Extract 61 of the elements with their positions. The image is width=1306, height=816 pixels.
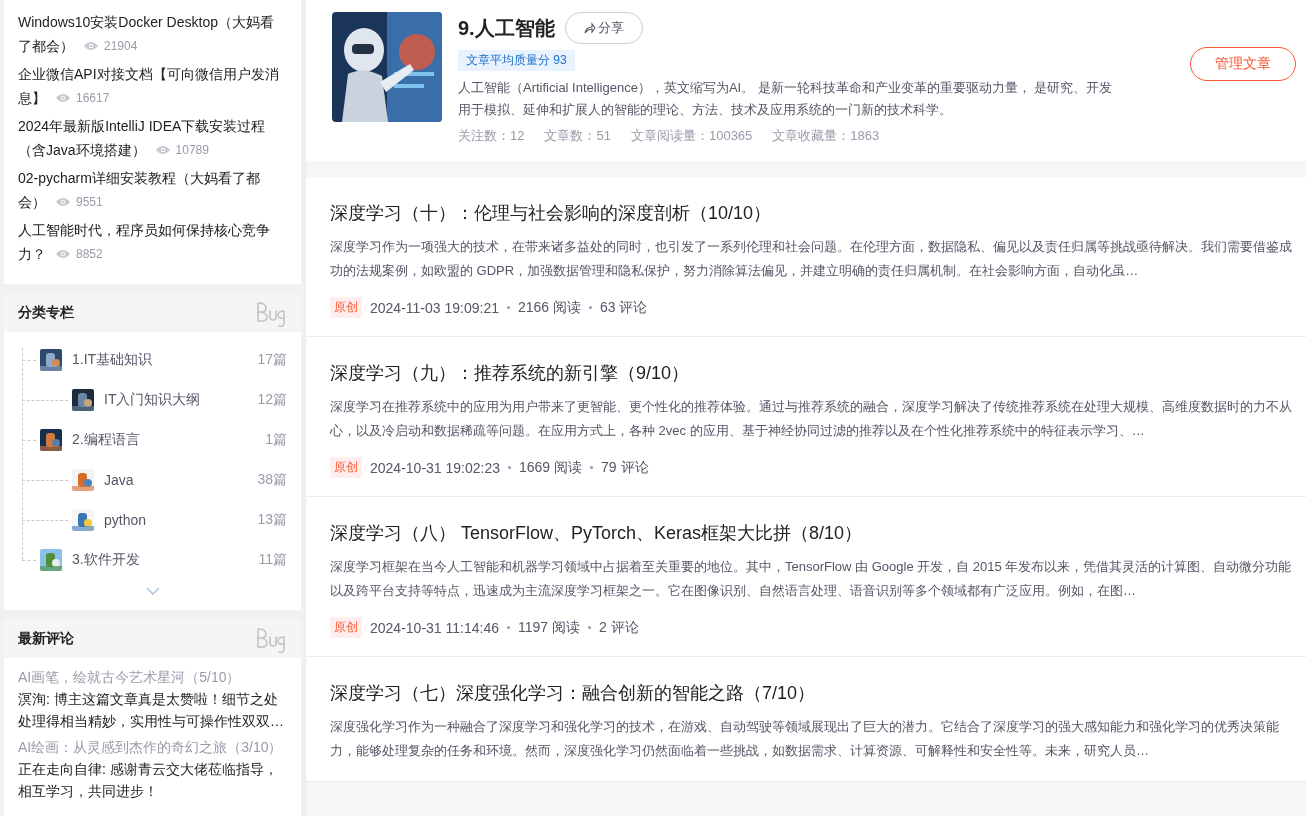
eye-icon — [56, 93, 70, 103]
eye-icon — [155, 145, 170, 155]
article-summary: 深度学习框架在当今人工智能和机器学习领域中占据着至关重要的地位。其中，TensorFlow 由 Google 开发，自 2015 年发布以来，凭借其灵活的计算图、自动微分功能以及跨平台支持等特点，迅速成为主流深度学习框架之一。它在图像识别、自然语言处理、语音识别等多个领域都有广泛应用。例如，在图… — [330, 558, 1293, 600]
view-count: 21904 — [104, 38, 138, 55]
share-button[interactable]: 分享 — [564, 12, 643, 44]
hot-article-link[interactable]: 02-pycharm详细安装教程（大妈看了都会） 9551 — [18, 166, 287, 214]
eye-icon — [56, 197, 70, 207]
section-title: 分类专栏 — [18, 304, 74, 322]
publish-date: 2024-11-03 19:09:21 — [370, 299, 499, 316]
original-tag: 原创 — [330, 617, 362, 638]
category-name[interactable]: IT入门知识大纲 — [104, 391, 258, 409]
view-count: 8852 — [76, 246, 103, 263]
share-icon — [583, 22, 596, 34]
article-summary: 深度学习在推荐系统中的应用为用户带来了更智能、更个性化的推荐体验。通过与推荐系统的融合，深度学习解决了传统推荐系统在处理大规模、高维度数据时的力不从心，以及冷启动和数据稀疏等问题。在应用方式上，各种 2vec 的应用、基于神经协同过滤的推荐以及在个性化推荐系统中的特征表示学习、… — [330, 398, 1293, 440]
read-count: 1197 阅读 — [517, 618, 580, 637]
article-count: 38篇 — [257, 471, 287, 489]
column-description: 人工智能（Artificial Intelligence），英文缩写为AI。 是新一轮科技革命和产业变革的重要驱动力量， 是研究、开发用于模拟、延伸和扩展人的智能的理论、方法、技术及应用系统的一门新的技术科学。 — [458, 79, 1114, 119]
article-count: 13篇 — [257, 511, 287, 529]
article-summary: 深度强化学习作为一种融合了深度学习和强化学习的技术，在游戏、自动驾驶等领域展现出了巨大的潜力。它结合了深度学习的强大感知能力和强化学习的优秀决策能力，能够处理复杂的任务和环境。然而，深度强化学习仍然面临着一些挑战，如数据需求、计算资源、可解释性和安全性等。未来，研究人员… — [330, 718, 1280, 760]
article-title[interactable]: 深度学习（十）：伦理与社会影响的深度剖析（10/10） — [330, 201, 1294, 225]
eye-icon — [84, 41, 98, 51]
publish-date: 2024-10-31 11:14:46 — [370, 619, 499, 636]
publish-date: 2024-10-31 19:02:23 — [370, 459, 500, 476]
comment-text: 正在走向自律: 感谢青云交大佬莅临指导，相互学习，共同进步！ — [18, 760, 279, 801]
column-title: 9.人工智能 — [458, 15, 555, 41]
read-count: 1669 阅读 — [519, 458, 583, 477]
chevron-down-icon[interactable] — [145, 586, 160, 596]
hot-article-link[interactable]: 人工智能时代，程序员如何保持核心竞争力？ 8852 — [18, 218, 287, 266]
section-title: 最新评论 — [18, 630, 74, 648]
category-name[interactable]: python — [104, 512, 258, 528]
article-count: 17篇 — [257, 351, 287, 369]
read-count: 2166 阅读 — [517, 298, 581, 317]
article-title[interactable]: 深度学习（九）：推荐系统的新引擎（9/10） — [330, 361, 1294, 385]
column-stat: 文章阅读量：100365 — [630, 127, 753, 145]
eye-icon — [56, 249, 70, 259]
comment-text: 溟洵: 博主这篇文章真是太赞啦！细节之处处理得相当精妙，实用性与可操作性双双… — [18, 690, 285, 731]
hot-article-link[interactable]: Windows10安装Docker Desktop（大妈看了都会） 21904 — [18, 10, 287, 58]
comment-count: 79 评论 — [601, 458, 649, 477]
category-name[interactable]: 1.IT基础知识 — [72, 351, 258, 369]
view-count: 10789 — [175, 142, 209, 159]
column-stat: 关注数：12 — [458, 127, 525, 145]
article-title[interactable]: 深度学习（八） TensorFlow、PyTorch、Keras框架大比拼（8/10） — [330, 521, 1294, 545]
original-tag: 原创 — [330, 297, 362, 318]
quality-score-badge: 文章平均质量分 93 — [458, 50, 575, 71]
category-name[interactable]: 3.软件开发 — [72, 551, 259, 569]
comment-count: 2 评论 — [598, 618, 639, 637]
category-name[interactable]: Java — [104, 472, 258, 488]
article-count: 11篇 — [258, 551, 287, 569]
article-title[interactable]: 深度学习（七）深度强化学习：融合创新的智能之路（7/10） — [330, 681, 1294, 705]
article-count: 1篇 — [265, 431, 287, 449]
column-stat: 文章数：51 — [544, 127, 611, 145]
original-tag: 原创 — [330, 457, 362, 478]
article-count: 12篇 — [257, 391, 287, 409]
view-count: 9551 — [76, 194, 103, 211]
comment-count: 63 评论 — [600, 298, 648, 317]
category-name[interactable]: 2.编程语言 — [72, 431, 266, 449]
column-stat: 文章收藏量：1863 — [772, 127, 880, 145]
hot-article-link[interactable]: 企业微信API对接文档【可向微信用户发消息】 16617 — [18, 62, 287, 110]
article-summary: 深度学习作为一项强大的技术，在带来诸多益处的同时，也引发了一系列伦理和社会问题。在伦理方面，数据隐私、偏见以及责任归属等挑战亟待解决。我们需要借鉴成功的法规案例，如欧盟的 GDPR，加强数据管理和隐私保护，努力消除算法偏见，并建立明确的责任归属机制。在社会影响方面，自动化虽… — [330, 238, 1293, 280]
hot-article-link[interactable]: 2024年最新版IntelliJ IDEA下载安装过程（含Java环境搭建） 10789 — [18, 114, 287, 162]
view-count: 16617 — [76, 90, 110, 107]
